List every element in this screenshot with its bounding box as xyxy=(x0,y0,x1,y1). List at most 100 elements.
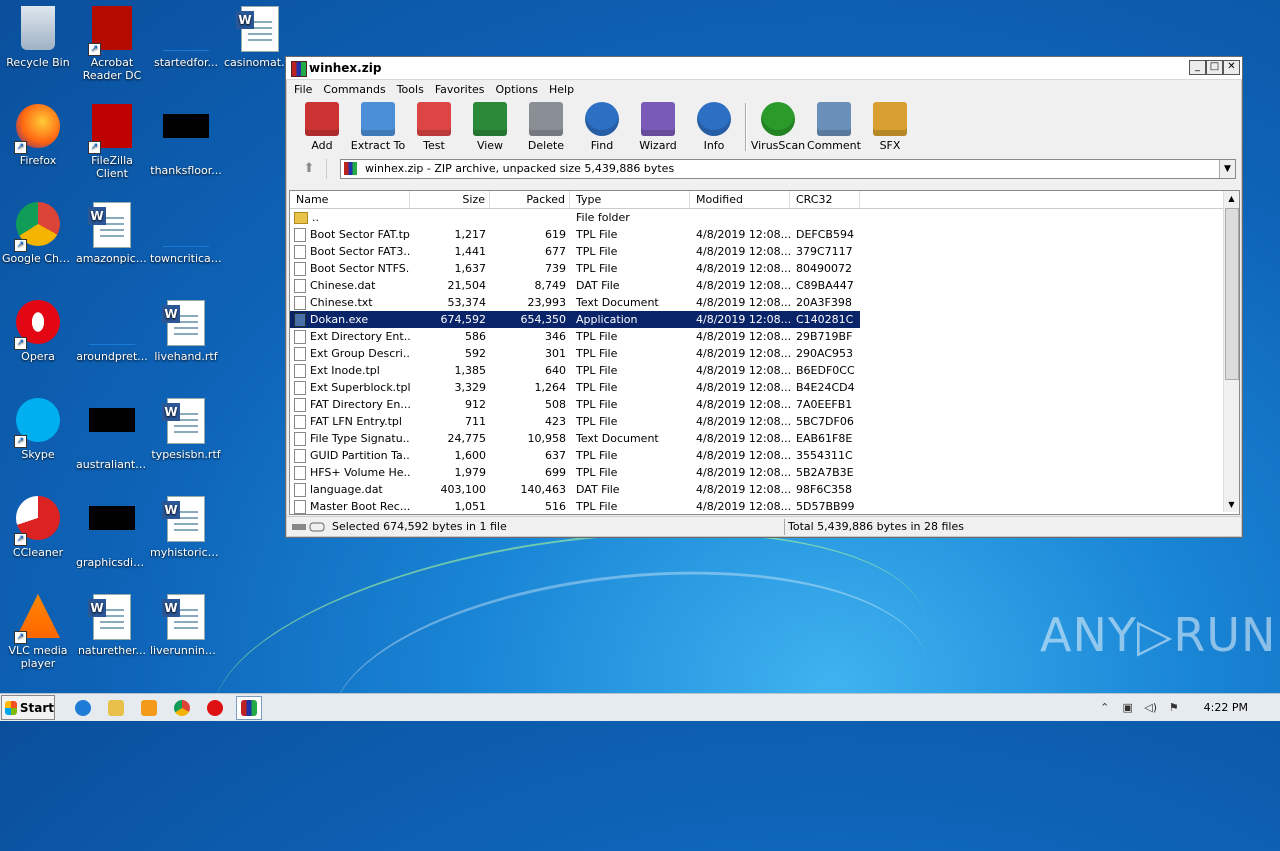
minimize-button[interactable]: _ xyxy=(1189,60,1206,75)
toolbar-button-sfx[interactable]: SFX xyxy=(862,98,918,155)
title-bar[interactable]: winhex.zip _ □ ✕ xyxy=(286,57,1242,80)
table-row[interactable]: Ext Group Descri... 592 301 TPL File 4/8/201… xyxy=(290,345,1223,362)
desktop-icon[interactable]: ↗ FileZilla Client xyxy=(74,104,150,180)
desktop-icon[interactable]: ↗Google Chrome xyxy=(0,202,76,265)
desktop-icon[interactable]: Wamazonpict... xyxy=(74,202,150,265)
file-icon xyxy=(294,431,306,446)
column-header-crc32[interactable]: CRC32 xyxy=(790,191,860,208)
file-icon xyxy=(163,202,209,247)
chevron-up-icon[interactable]: ⌃ xyxy=(1098,701,1112,715)
table-row[interactable]: language.dat 403,100 140,463 DAT File 4/8/20… xyxy=(290,481,1223,498)
desktop-icon[interactable]: australianta... xyxy=(74,398,150,471)
menu-item-file[interactable]: File xyxy=(289,83,318,96)
cell-size: 1,051 xyxy=(454,500,487,513)
menu-item-favorites[interactable]: Favorites xyxy=(430,83,491,96)
desktop-icon[interactable]: ↗ Firefox xyxy=(0,104,76,167)
desktop-icon[interactable]: Wlivehand.rtf xyxy=(148,300,224,363)
desktop-icon[interactable]: startedfor... xyxy=(148,6,224,69)
toolbar-button-comment[interactable]: Comment xyxy=(806,98,862,155)
desktop-icon[interactable]: Recycle Bin xyxy=(0,6,76,69)
cell-type: Application xyxy=(570,311,690,328)
desktop-icon[interactable]: Wliverunning.rtf xyxy=(148,594,224,657)
table-row[interactable]: Chinese.dat 21,504 8,749 DAT File 4/8/2019 1… xyxy=(290,277,1223,294)
desktop-icon[interactable]: Wmyhistorical... xyxy=(148,496,224,559)
table-row[interactable]: File Type Signatu... 24,775 10,958 Text Doc… xyxy=(290,430,1223,447)
toolbar-button-test[interactable]: Test xyxy=(406,98,462,155)
desktop-icon[interactable]: Wtypesisbn.rtf xyxy=(148,398,224,461)
table-row[interactable]: .. File folder xyxy=(290,209,1223,226)
toolbar-button-add[interactable]: Add xyxy=(294,98,350,155)
up-arrow-icon[interactable]: ⬆ xyxy=(292,159,327,179)
table-row[interactable]: Boot Sector FAT3... 1,441 677 TPL File 4/8/2… xyxy=(290,243,1223,260)
desktop-icon[interactable]: aroundpret... xyxy=(74,300,150,363)
toolbar-button-find[interactable]: Find xyxy=(574,98,630,155)
chevron-down-icon[interactable]: ▼ xyxy=(1219,160,1235,178)
start-button[interactable]: Start xyxy=(1,695,55,720)
menu-item-commands[interactable]: Commands xyxy=(318,83,391,96)
maximize-button[interactable]: □ xyxy=(1206,60,1223,75)
desktop-icon[interactable]: ↗ Opera xyxy=(0,300,76,363)
cell-type: TPL File xyxy=(576,262,618,275)
cell-name: Boot Sector NTFS... xyxy=(290,260,410,277)
table-row[interactable]: Boot Sector FAT.tpl 1,217 619 TPL File 4/8/2… xyxy=(290,226,1223,243)
scroll-thumb[interactable] xyxy=(1225,208,1239,380)
explorer-icon[interactable] xyxy=(104,697,128,719)
cell-modified: 4/8/2019 12:08... xyxy=(696,330,790,343)
toolbar-button-virusscan[interactable]: VirusScan xyxy=(750,98,806,155)
word-doc-icon: W xyxy=(162,300,205,346)
desktop-icon[interactable]: ↗ Acrobat Reader DC xyxy=(74,6,150,82)
table-row[interactable]: Ext Superblock.tpl 3,329 1,264 TPL File 4/8/… xyxy=(290,379,1223,396)
column-header-type[interactable]: Type xyxy=(570,191,690,208)
desktop-icon[interactable]: ↗ Skype xyxy=(0,398,76,461)
toolbar-button-wizard[interactable]: Wizard xyxy=(630,98,686,155)
menu-item-help[interactable]: Help xyxy=(544,83,580,96)
table-row[interactable]: Ext Inode.tpl 1,385 640 TPL File 4/8/2019 12… xyxy=(290,362,1223,379)
menu-item-options[interactable]: Options xyxy=(491,83,544,96)
word-doc-icon: W xyxy=(88,594,131,640)
cell-name: Ext Directory Ent... xyxy=(290,328,410,345)
scroll-up-icon[interactable]: ▲ xyxy=(1224,191,1239,206)
volume-icon[interactable]: ◁) xyxy=(1144,701,1158,715)
desktop-icon[interactable]: Wnaturether... xyxy=(74,594,150,657)
menu-item-tools[interactable]: Tools xyxy=(392,83,430,96)
opera-icon[interactable] xyxy=(203,697,227,719)
column-header-packed[interactable]: Packed xyxy=(490,191,570,208)
table-row[interactable]: GUID Partition Ta... 1,600 637 TPL File 4/8/… xyxy=(290,447,1223,464)
cell-modified: 4/8/2019 12:08... xyxy=(690,311,790,328)
table-row[interactable]: Ext Directory Ent... 586 346 TPL File 4/8/20… xyxy=(290,328,1223,345)
table-row[interactable]: Dokan.exe 674,592 654,350 Application 4/8/20… xyxy=(290,311,1223,328)
desktop-icon[interactable]: graphicsdis... xyxy=(74,496,150,569)
scroll-down-icon[interactable]: ▼ xyxy=(1224,497,1239,512)
chrome-icon[interactable] xyxy=(170,697,194,719)
ie-icon[interactable] xyxy=(71,697,95,719)
table-row[interactable]: FAT Directory En... 912 508 TPL File 4/8/201… xyxy=(290,396,1223,413)
shortcut-arrow-icon: ↗ xyxy=(14,533,27,546)
toolbar-button-view[interactable]: View xyxy=(462,98,518,155)
media-player-icon[interactable] xyxy=(137,697,161,719)
trash-icon xyxy=(529,102,563,136)
toolbar-button-delete[interactable]: Delete xyxy=(518,98,574,155)
toolbar-button-extract-to[interactable]: Extract To xyxy=(350,98,406,155)
table-row[interactable]: FAT LFN Entry.tpl 711 423 TPL File 4/8/2019 … xyxy=(290,413,1223,430)
column-header-size[interactable]: Size xyxy=(410,191,490,208)
desktop-icon[interactable]: ↗ CCleaner xyxy=(0,496,76,559)
close-button[interactable]: ✕ xyxy=(1223,60,1240,75)
vertical-scrollbar[interactable]: ▲ ▼ xyxy=(1223,191,1239,512)
clock[interactable]: 4:22 PM xyxy=(1204,701,1248,714)
toolbar-button-info[interactable]: Info xyxy=(686,98,742,155)
file-name: Boot Sector FAT3... xyxy=(310,245,410,258)
table-row[interactable]: HFS+ Volume He... 1,979 699 TPL File 4/8/201… xyxy=(290,464,1223,481)
network-icon[interactable]: ▣ xyxy=(1121,701,1135,715)
table-row[interactable]: Chinese.txt 53,374 23,993 Text Document 4/8/… xyxy=(290,294,1223,311)
toolbar-label: Comment xyxy=(807,139,861,152)
column-header-modified[interactable]: Modified xyxy=(690,191,790,208)
winrar-taskbar-icon[interactable] xyxy=(236,695,262,720)
desktop-icon[interactable]: towncritical.... xyxy=(148,202,224,265)
column-header-name[interactable]: Name xyxy=(290,191,410,208)
table-row[interactable]: Master Boot Rec... 1,051 516 TPL File 4/8/20… xyxy=(290,498,1223,514)
flag-icon[interactable]: ⚑ xyxy=(1167,701,1181,715)
desktop-icon[interactable]: ↗ VLC media player xyxy=(0,594,76,670)
table-row[interactable]: Boot Sector NTFS... 1,637 739 TPL File 4/8/2… xyxy=(290,260,1223,277)
address-bar[interactable]: winhex.zip - ZIP archive, unpacked size … xyxy=(340,159,1236,179)
desktop-icon[interactable]: thanksfloor... xyxy=(148,104,224,177)
